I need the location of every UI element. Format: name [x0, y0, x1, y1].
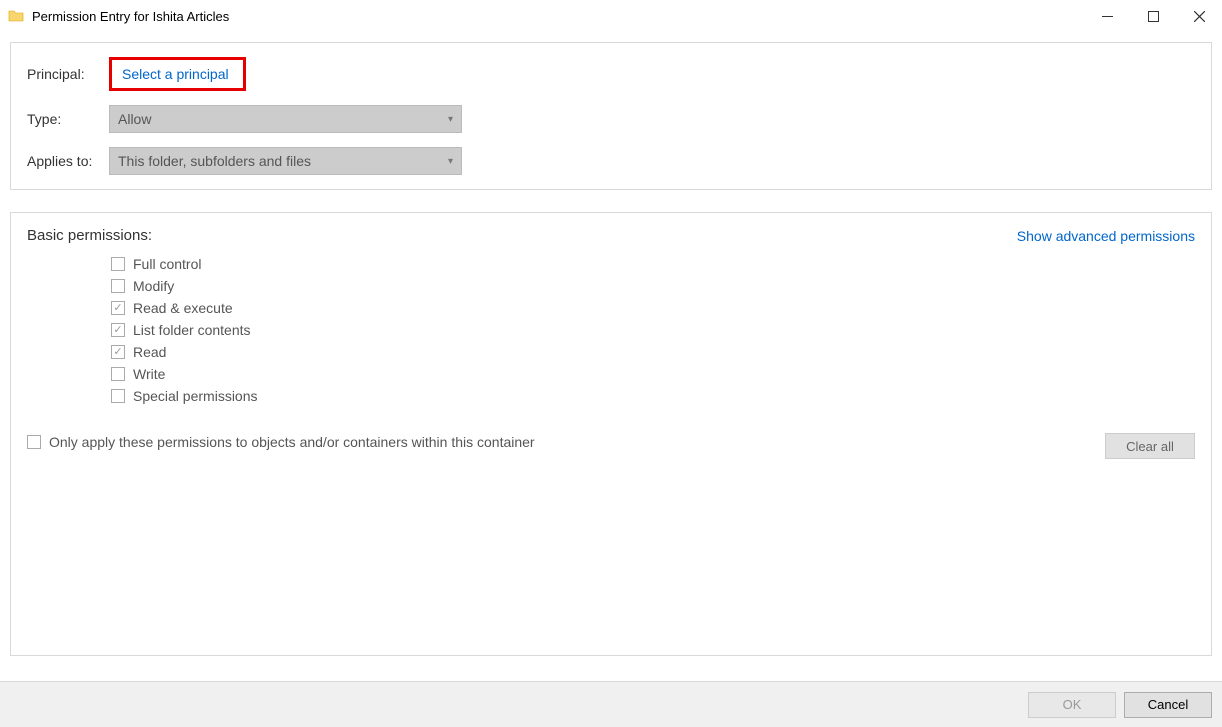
permission-checkbox[interactable]: [111, 367, 125, 381]
window-title: Permission Entry for Ishita Articles: [32, 9, 1084, 24]
permissions-panel: Basic permissions: Show advanced permiss…: [10, 212, 1212, 656]
chevron-down-icon: ▾: [448, 156, 453, 167]
chevron-down-icon: ▾: [448, 114, 453, 125]
permission-item: Read & execute: [111, 300, 1195, 316]
permissions-header: Basic permissions: Show advanced permiss…: [27, 227, 1195, 244]
permission-item: Read: [111, 344, 1195, 360]
principal-label: Principal:: [27, 66, 109, 82]
permission-label: Read: [133, 344, 166, 360]
cancel-button[interactable]: Cancel: [1124, 692, 1212, 718]
type-combo-value: Allow: [118, 111, 151, 127]
applies-label: Applies to:: [27, 153, 109, 169]
permission-label: Full control: [133, 256, 201, 272]
highlight-annotation: Select a principal: [109, 57, 246, 91]
only-apply-checkbox[interactable]: [27, 435, 41, 449]
permission-list: Full control Modify Read & execute List fol…: [111, 256, 1195, 404]
clear-all-button[interactable]: Clear all: [1105, 433, 1195, 459]
permission-label: List folder contents: [133, 322, 251, 338]
select-principal-link[interactable]: Select a principal: [114, 62, 237, 86]
permission-label: Modify: [133, 278, 174, 294]
permission-checkbox[interactable]: [111, 301, 125, 315]
permission-label: Write: [133, 366, 165, 382]
permission-label: Special permissions: [133, 388, 258, 404]
permission-item: List folder contents: [111, 322, 1195, 338]
window-controls: [1084, 0, 1222, 32]
permission-checkbox[interactable]: [111, 279, 125, 293]
ok-button[interactable]: OK: [1028, 692, 1116, 718]
maximize-button[interactable]: [1130, 0, 1176, 32]
permission-checkbox[interactable]: [111, 323, 125, 337]
type-combo[interactable]: Allow ▾: [109, 105, 462, 133]
applies-combo-value: This folder, subfolders and files: [118, 153, 311, 169]
principal-panel: Principal: Select a principal Type: Allo…: [10, 42, 1212, 190]
type-label: Type:: [27, 111, 109, 127]
close-button[interactable]: [1176, 0, 1222, 32]
permission-item: Special permissions: [111, 388, 1195, 404]
only-apply-row: Only apply these permissions to objects …: [27, 434, 1195, 450]
type-row: Type: Allow ▾: [27, 105, 1195, 133]
titlebar: Permission Entry for Ishita Articles: [0, 0, 1222, 32]
applies-combo[interactable]: This folder, subfolders and files ▾: [109, 147, 462, 175]
permission-label: Read & execute: [133, 300, 233, 316]
permission-checkbox[interactable]: [111, 345, 125, 359]
basic-permissions-label: Basic permissions:: [27, 227, 152, 244]
applies-row: Applies to: This folder, subfolders and …: [27, 147, 1195, 175]
permission-checkbox[interactable]: [111, 257, 125, 271]
permission-item: Modify: [111, 278, 1195, 294]
show-advanced-permissions-link[interactable]: Show advanced permissions: [1017, 228, 1195, 244]
permission-item: Full control: [111, 256, 1195, 272]
footer: OK Cancel: [0, 681, 1222, 727]
folder-icon: [8, 8, 24, 24]
content-area: Principal: Select a principal Type: Allo…: [0, 32, 1222, 656]
minimize-button[interactable]: [1084, 0, 1130, 32]
principal-row: Principal: Select a principal: [27, 57, 1195, 91]
permission-item: Write: [111, 366, 1195, 382]
only-apply-label: Only apply these permissions to objects …: [49, 434, 535, 450]
permission-checkbox[interactable]: [111, 389, 125, 403]
